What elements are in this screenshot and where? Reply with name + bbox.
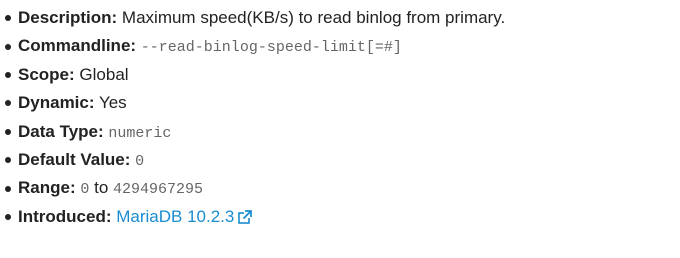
dynamic-value: Yes — [98, 93, 127, 113]
bullet — [5, 128, 11, 135]
default-value-value: 0 — [135, 152, 145, 170]
bullet — [5, 213, 11, 220]
scope-label: Scope: — [18, 64, 75, 84]
range-separator: to — [94, 178, 109, 198]
description-value: Maximum speed(KB/s) to read binlog from … — [121, 8, 506, 27]
bullet — [5, 71, 11, 78]
default-value-label: Default Value: — [18, 149, 131, 169]
range-min: 0 — [80, 181, 90, 199]
introduced-version-link[interactable]: MariaDB 10.2.3 — [116, 207, 234, 226]
variable-properties-list: Description: Maximum speed(KB/s) to read… — [0, 4, 680, 231]
introduced-label: Introduced: — [18, 206, 112, 226]
list-item-description: Description: Maximum speed(KB/s) to read… — [0, 4, 680, 32]
scope-value: Global — [79, 64, 129, 84]
commandline-value: --read-binlog-speed-limit[=#] — [140, 39, 402, 57]
list-item-data-type: Data Type: numeric — [0, 118, 680, 146]
list-item-commandline: Commandline: --read-binlog-speed-limit[=… — [0, 32, 680, 60]
range-max: 4294967295 — [113, 181, 204, 199]
bullet — [5, 15, 11, 22]
list-item-introduced: Introduced: MariaDB 10.2.3 — [0, 203, 680, 231]
data-type-label: Data Type: — [18, 121, 104, 141]
bullet — [5, 185, 11, 192]
commandline-label: Commandline: — [18, 36, 137, 56]
list-item-dynamic: Dynamic: Yes — [0, 89, 680, 117]
range-label: Range: — [18, 178, 76, 198]
list-item-default-value: Default Value: 0 — [0, 146, 680, 174]
dynamic-label: Dynamic: — [18, 93, 95, 113]
external-link-icon[interactable] — [238, 209, 253, 224]
description-label: Description: — [18, 8, 118, 27]
list-item-scope: Scope: Global — [0, 61, 680, 89]
bullet — [5, 100, 11, 107]
data-type-value: numeric — [108, 124, 172, 142]
list-item-range: Range: 0 to 4294967295 — [0, 174, 680, 202]
bullet — [5, 43, 11, 50]
bullet — [5, 157, 11, 164]
